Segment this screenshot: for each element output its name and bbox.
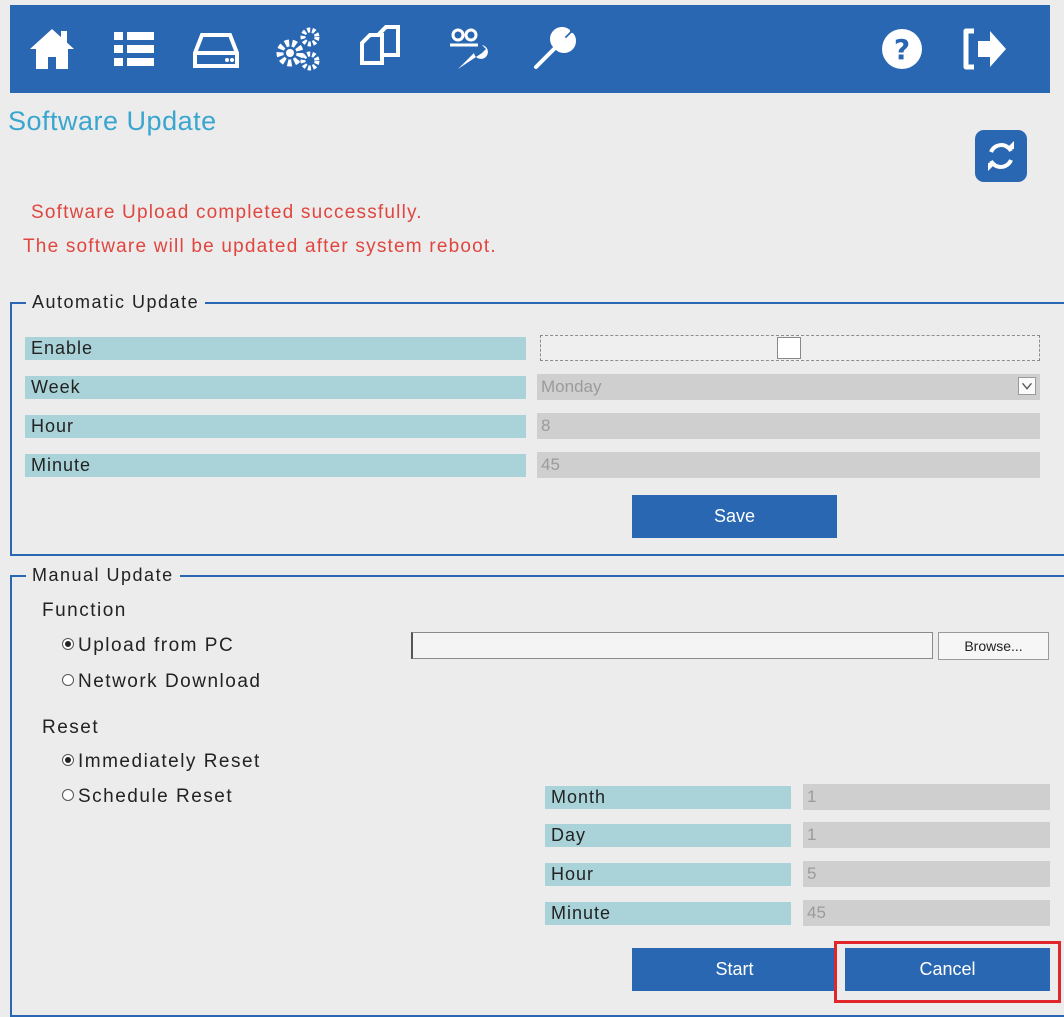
month-label: Month: [545, 786, 791, 809]
chevron-down-icon[interactable]: [1018, 377, 1036, 395]
network-download-label: Network Download: [78, 671, 262, 692]
day-field[interactable]: 1: [803, 822, 1050, 848]
wrench-icon[interactable]: [526, 23, 578, 75]
refresh-icon: [988, 141, 1014, 171]
day-label: Day: [545, 824, 791, 847]
page-title: Software Update: [8, 106, 217, 136]
radio-unselected-icon[interactable]: [62, 673, 74, 686]
svg-text:?: ?: [894, 33, 910, 66]
top-nav-bar: ?: [10, 5, 1050, 93]
upload-from-pc-label: Upload from PC: [78, 635, 235, 656]
status-message-reboot: The software will be updated after syste…: [23, 236, 497, 257]
radio-selected-icon[interactable]: [62, 637, 74, 650]
save-button[interactable]: Save: [632, 495, 837, 538]
automatic-update-legend: Automatic Update: [32, 292, 200, 312]
manual-update-legend: Manual Update: [32, 565, 174, 585]
month-field[interactable]: 1: [803, 784, 1050, 810]
week-label: Week: [25, 376, 526, 399]
schedule-hour-field[interactable]: 5: [803, 861, 1050, 887]
status-message: Software Upload completed successfully.: [31, 202, 423, 223]
week-select[interactable]: Monday: [537, 374, 1040, 400]
immediately-reset-label: Immediately Reset: [78, 751, 261, 772]
enable-toggle-knob[interactable]: [777, 337, 801, 359]
schedule-reset-label: Schedule Reset: [78, 786, 234, 807]
gears-icon[interactable]: [272, 23, 324, 75]
start-button[interactable]: Start: [632, 948, 837, 991]
schedule-hour-label: Hour: [545, 863, 791, 886]
file-path-input[interactable]: [411, 632, 933, 659]
drive-icon[interactable]: [190, 23, 242, 75]
enable-label: Enable: [25, 337, 526, 360]
enable-toggle[interactable]: [540, 335, 1040, 361]
radio-unselected-icon[interactable]: [62, 788, 74, 801]
hour-label: Hour: [25, 415, 526, 438]
upload-from-pc-radio[interactable]: Upload from PC: [62, 635, 234, 657]
function-label: Function: [42, 600, 127, 621]
minute-label: Minute: [25, 454, 526, 477]
list-icon[interactable]: [108, 23, 160, 75]
schedule-minute-label: Minute: [545, 902, 791, 925]
network-download-radio[interactable]: Network Download: [62, 671, 261, 693]
reset-label: Reset: [42, 717, 100, 738]
week-select-value: Monday: [541, 377, 602, 396]
copy-icon[interactable]: [354, 23, 406, 75]
refresh-button[interactable]: [975, 130, 1027, 182]
hour-field[interactable]: 8: [537, 413, 1040, 439]
help-icon[interactable]: ?: [876, 23, 928, 75]
home-icon[interactable]: [26, 23, 78, 75]
schedule-minute-field[interactable]: 45: [803, 900, 1050, 926]
schedule-reset-radio[interactable]: Schedule Reset: [62, 786, 233, 808]
browse-button[interactable]: Browse...: [938, 632, 1049, 660]
radio-selected-icon[interactable]: [62, 753, 74, 766]
immediately-reset-radio[interactable]: Immediately Reset: [62, 751, 261, 773]
service-icon[interactable]: [444, 23, 496, 75]
cancel-button[interactable]: Cancel: [845, 948, 1050, 991]
logout-icon[interactable]: [958, 23, 1010, 75]
minute-field[interactable]: 45: [537, 452, 1040, 478]
